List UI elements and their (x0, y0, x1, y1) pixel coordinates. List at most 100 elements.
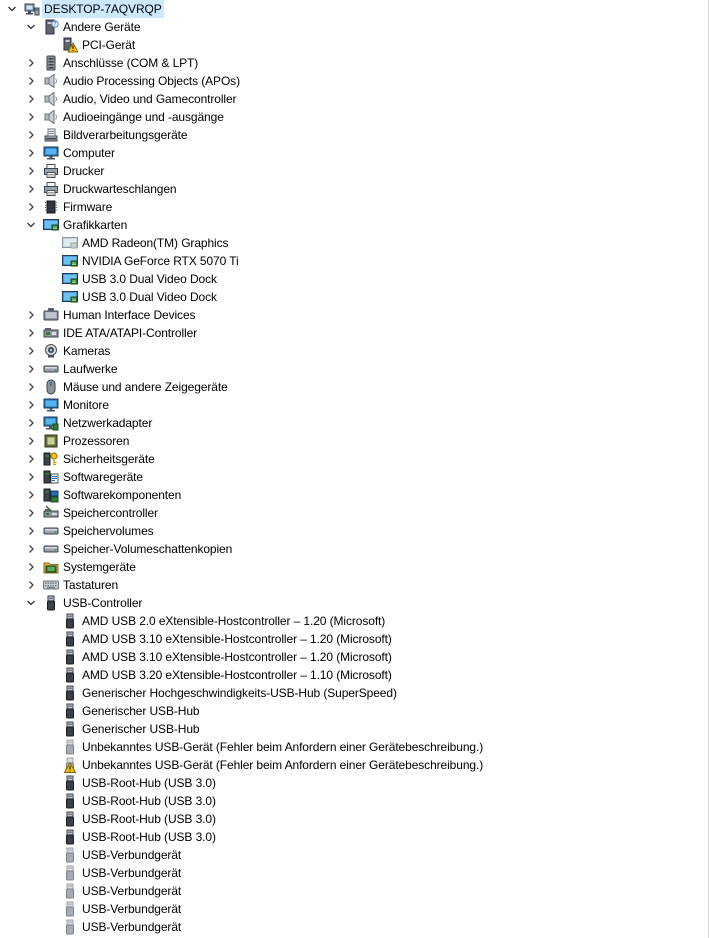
tree-item-category-26[interactable]: Tastaturen (0, 576, 708, 594)
tree-item-device-27-0[interactable]: AMD USB 2.0 eXtensible-Hostcontroller – … (0, 612, 708, 630)
usb-icon (62, 793, 78, 809)
expand-arrow-icon[interactable] (23, 396, 39, 414)
expand-arrow-icon[interactable] (23, 54, 39, 72)
tree-item-category-0[interactable]: ? Andere Geräte (0, 18, 708, 36)
tree-item-category-17[interactable]: Netzwerkadapter (0, 414, 708, 432)
tree-item-category-25[interactable]: Systemgeräte (0, 558, 708, 576)
tree-item-label: Systemgeräte (63, 560, 136, 574)
device-tree[interactable]: DESKTOP-7AQVRQP? Andere Geräte PCI-Gerät An… (0, 0, 708, 936)
tree-item-category-1[interactable]: Anschlüsse (COM & LPT) (0, 54, 708, 72)
tree-item-device-27-11[interactable]: USB-Root-Hub (USB 3.0) (0, 810, 708, 828)
tree-item-category-15[interactable]: Mäuse und andere Zeigegeräte (0, 378, 708, 396)
tree-item-category-24[interactable]: Speicher-Volumeschattenkopien (0, 540, 708, 558)
tree-item-category-2[interactable]: Audio Processing Objects (APOs) (0, 72, 708, 90)
expand-arrow-icon[interactable] (23, 360, 39, 378)
expand-arrow-icon[interactable] (23, 198, 39, 216)
tree-item-device-27-4[interactable]: Generischer Hochgeschwindigkeits-USB-Hub… (0, 684, 708, 702)
expand-arrow-icon[interactable] (23, 72, 39, 90)
tree-item-category-18[interactable]: Prozessoren (0, 432, 708, 450)
tree-item-category-10[interactable]: Grafikkarten (0, 216, 708, 234)
expand-arrow-icon[interactable] (23, 504, 39, 522)
tree-item-label: Netzwerkadapter (63, 416, 153, 430)
tree-item-label: Kameras (63, 344, 111, 358)
expand-arrow-icon[interactable] (23, 126, 39, 144)
tree-item-device-27-8[interactable]: Unbekanntes USB-Gerät (Fehler beim Anfor… (0, 756, 708, 774)
collapse-arrow-icon[interactable] (23, 594, 39, 612)
expand-arrow-icon[interactable] (23, 486, 39, 504)
tree-item-category-21[interactable]: Softwarekomponenten (0, 486, 708, 504)
tree-item-device-10-0[interactable]: AMD Radeon(TM) Graphics (0, 234, 708, 252)
expand-arrow-icon[interactable] (23, 324, 39, 342)
tree-item-label: Audio, Video und Gamecontroller (63, 92, 237, 106)
usb-icon (62, 631, 78, 647)
tree-item-device-10-3[interactable]: USB 3.0 Dual Video Dock (0, 288, 708, 306)
tree-item-device-10-2[interactable]: USB 3.0 Dual Video Dock (0, 270, 708, 288)
monitor-icon (43, 397, 59, 413)
tree-item-category-3[interactable]: Audio, Video und Gamecontroller (0, 90, 708, 108)
collapse-arrow-icon[interactable] (23, 216, 39, 234)
tree-item-computer-root[interactable]: DESKTOP-7AQVRQP (0, 0, 708, 18)
tree-item-device-0-0[interactable]: PCI-Gerät (0, 36, 708, 54)
tree-item-device-27-2[interactable]: AMD USB 3.10 eXtensible-Hostcontroller –… (0, 648, 708, 666)
tree-item-device-27-9[interactable]: USB-Root-Hub (USB 3.0) (0, 774, 708, 792)
tree-item-device-27-5[interactable]: Generischer USB-Hub (0, 702, 708, 720)
tree-item-category-16[interactable]: Monitore (0, 396, 708, 414)
usb-icon (43, 595, 59, 611)
tree-item-device-10-1[interactable]: NVIDIA GeForce RTX 5070 Ti (0, 252, 708, 270)
tree-item-device-27-16[interactable]: USB-Verbundgerät (0, 900, 708, 918)
tree-item-label: Mäuse und andere Zeigegeräte (63, 380, 228, 394)
expand-arrow-icon[interactable] (23, 342, 39, 360)
tree-item-device-27-17[interactable]: USB-Verbundgerät (0, 918, 708, 936)
tree-item-device-27-12[interactable]: USB-Root-Hub (USB 3.0) (0, 828, 708, 846)
expand-arrow-icon[interactable] (23, 90, 39, 108)
expand-arrow-icon[interactable] (23, 414, 39, 432)
tree-item-category-12[interactable]: IDE ATA/ATAPI-Controller (0, 324, 708, 342)
usb-icon (62, 703, 78, 719)
expand-arrow-icon[interactable] (23, 522, 39, 540)
tree-item-category-6[interactable]: Computer (0, 144, 708, 162)
processor-icon (43, 433, 59, 449)
tree-item-category-9[interactable]: Firmware (0, 198, 708, 216)
expand-arrow-icon[interactable] (23, 558, 39, 576)
collapse-arrow-icon[interactable] (4, 0, 20, 18)
tree-item-category-27[interactable]: USB-Controller (0, 594, 708, 612)
expand-arrow-icon[interactable] (23, 306, 39, 324)
tree-item-device-27-7[interactable]: Unbekanntes USB-Gerät (Fehler beim Anfor… (0, 738, 708, 756)
expand-arrow-icon[interactable] (23, 450, 39, 468)
usb-warning-icon (62, 757, 78, 773)
tree-item-device-27-3[interactable]: AMD USB 3.20 eXtensible-Hostcontroller –… (0, 666, 708, 684)
tree-item-category-4[interactable]: Audioeingänge und -ausgänge (0, 108, 708, 126)
tree-item-category-11[interactable]: Human Interface Devices (0, 306, 708, 324)
expand-arrow-icon[interactable] (23, 144, 39, 162)
tree-item-category-20[interactable]: Softwaregeräte (0, 468, 708, 486)
tree-item-category-8[interactable]: Druckwarteschlangen (0, 180, 708, 198)
tree-item-category-14[interactable]: Laufwerke (0, 360, 708, 378)
tree-item-device-27-14[interactable]: USB-Verbundgerät (0, 864, 708, 882)
expand-arrow-icon[interactable] (23, 378, 39, 396)
tree-item-label: Audio Processing Objects (APOs) (63, 74, 240, 88)
tree-item-device-27-15[interactable]: USB-Verbundgerät (0, 882, 708, 900)
expand-arrow-icon[interactable] (23, 108, 39, 126)
collapse-arrow-icon[interactable] (23, 18, 39, 36)
expand-arrow-icon[interactable] (23, 180, 39, 198)
tree-item-category-13[interactable]: Kameras (0, 342, 708, 360)
expand-arrow-icon[interactable] (23, 576, 39, 594)
tree-item-device-27-1[interactable]: AMD USB 3.10 eXtensible-Hostcontroller –… (0, 630, 708, 648)
expand-arrow-icon[interactable] (23, 540, 39, 558)
tree-item-device-27-10[interactable]: USB-Root-Hub (USB 3.0) (0, 792, 708, 810)
tree-item-category-22[interactable]: Speichercontroller (0, 504, 708, 522)
tree-item-category-7[interactable]: Drucker (0, 162, 708, 180)
tree-item-label: Generischer Hochgeschwindigkeits-USB-Hub… (82, 686, 397, 700)
tree-item-label: Bildverarbeitungsgeräte (63, 128, 188, 142)
monitor-icon (43, 145, 59, 161)
expand-arrow-icon[interactable] (23, 468, 39, 486)
port-icon (43, 55, 59, 71)
tree-item-category-23[interactable]: Speichervolumes (0, 522, 708, 540)
tree-item-category-19[interactable]: Sicherheitsgeräte (0, 450, 708, 468)
tree-item-category-5[interactable]: Bildverarbeitungsgeräte (0, 126, 708, 144)
tree-item-device-27-13[interactable]: USB-Verbundgerät (0, 846, 708, 864)
expand-arrow-icon[interactable] (23, 432, 39, 450)
tree-item-device-27-6[interactable]: Generischer USB-Hub (0, 720, 708, 738)
scanner-icon (43, 127, 59, 143)
expand-arrow-icon[interactable] (23, 162, 39, 180)
